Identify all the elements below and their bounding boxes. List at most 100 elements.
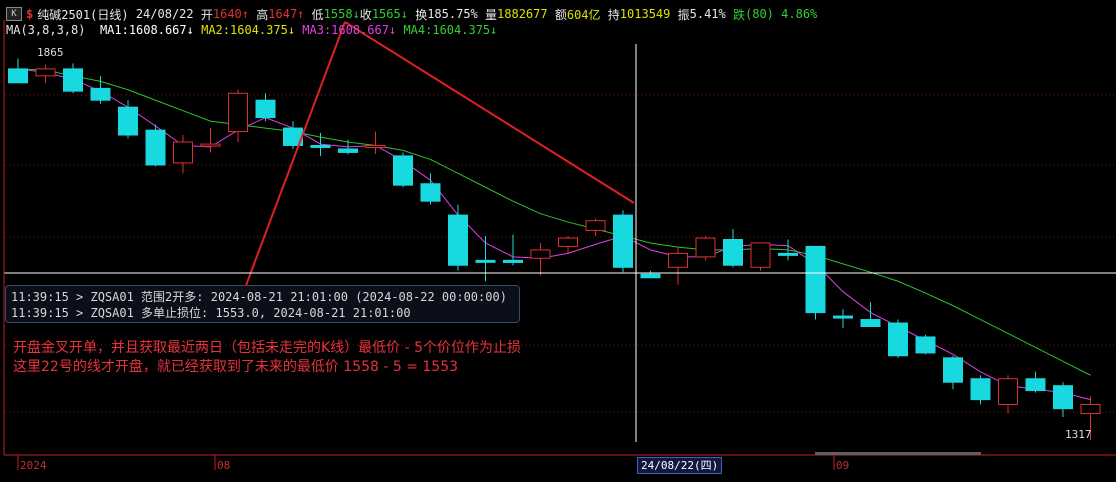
candle xyxy=(503,234,523,266)
candle-body-up xyxy=(695,237,716,258)
candle-body-down xyxy=(145,129,166,166)
candle-body-down xyxy=(860,319,881,328)
candle xyxy=(613,210,633,273)
candle xyxy=(63,63,83,94)
candle-body-down xyxy=(640,273,661,279)
strategy-log-panel: 11:39:15 > ZQSA01 范围2开多: 2024-08-21 21:0… xyxy=(5,285,520,323)
quote-header: K $ 纯碱2501(日线) 24/08/22 开 1640 ↑ 高 1647 ↑ 低1… xyxy=(0,4,817,24)
candle-body-down xyxy=(778,252,798,256)
low-price: 1558 xyxy=(323,7,353,21)
candle-body-down xyxy=(420,183,441,202)
candle-body-up xyxy=(35,68,56,77)
candles xyxy=(8,58,1101,440)
axis-label-aug: 08 xyxy=(217,459,231,472)
dollar-icon: $ xyxy=(26,7,34,21)
turnover: 185.75% xyxy=(427,7,478,21)
candle-body-up xyxy=(365,144,386,148)
candle xyxy=(668,246,688,285)
candle xyxy=(860,302,881,328)
annotation-note: 开盘金叉开单，并且获取最近两日（包括未走完的K线）最低价 - 5个价位作为止损 xyxy=(13,340,522,356)
candle-body-down xyxy=(833,315,853,319)
ma-slow-line xyxy=(17,68,1091,376)
kline-icon[interactable]: K xyxy=(6,7,22,21)
ma1-value: MA1:1608.667 xyxy=(99,23,187,37)
candle-body-up xyxy=(668,252,688,268)
candle xyxy=(365,131,386,154)
candle-body-down xyxy=(888,322,908,357)
quote-date: 24/08/22 xyxy=(135,7,194,21)
candle xyxy=(8,58,28,84)
candle-body-down xyxy=(475,259,496,263)
candle xyxy=(1025,371,1046,393)
min-price-label: 1317 xyxy=(1065,428,1092,441)
high-price: 1647 xyxy=(268,7,298,21)
candle-body-down xyxy=(448,214,468,266)
ma-slow-series xyxy=(17,68,1091,376)
stop-loss-annotation-line-2 xyxy=(344,21,635,204)
candle-body-down xyxy=(90,87,111,101)
candle xyxy=(118,100,138,139)
open-price: 1640 xyxy=(212,7,242,21)
candle xyxy=(640,270,661,279)
candle-body-down xyxy=(8,68,28,84)
candle xyxy=(805,245,826,320)
candle xyxy=(915,334,936,355)
ma4-value: MA4:1604.375 xyxy=(403,23,491,37)
scrollbar-thumb[interactable] xyxy=(815,452,981,455)
candle xyxy=(200,128,221,153)
candle-body-down xyxy=(613,214,633,268)
candle xyxy=(35,64,56,83)
candle-body-up xyxy=(1080,403,1101,415)
candle xyxy=(695,235,716,261)
contract-name: 纯碱2501(日线) xyxy=(37,7,129,22)
log-line: 11:39:15 > ZQSA01 多单止损位: 1553.0, 2024-08… xyxy=(11,306,411,320)
annotation-note: 这里22号的线才开盘，就已经获取到了未来的最低价 1558 - 5 = 1553 xyxy=(13,359,459,375)
candle-body-down xyxy=(970,378,991,401)
candle-body-down xyxy=(393,155,413,186)
change-value: (80) xyxy=(745,7,774,21)
amount: 604亿 xyxy=(566,7,601,22)
candle-body-up xyxy=(558,237,578,247)
ma-params[interactable]: MA(3,8,3,8) xyxy=(6,23,85,37)
candle xyxy=(420,173,441,205)
candle-body-up xyxy=(530,249,551,259)
candle xyxy=(255,93,276,122)
candle-body-down xyxy=(255,99,276,119)
open-interest: 1013549 xyxy=(619,7,671,21)
candle-body-down xyxy=(310,144,331,148)
candle xyxy=(970,375,991,405)
candle-body-up xyxy=(173,141,193,164)
candle xyxy=(723,229,743,268)
max-price-label: 1865 xyxy=(37,46,64,59)
candle-body-up xyxy=(200,143,221,147)
candle-body-down xyxy=(338,148,358,153)
axis-label-sep: 09 xyxy=(836,459,850,472)
candle xyxy=(998,375,1018,414)
candlestick-chart[interactable] xyxy=(0,0,1116,482)
candle-body-down xyxy=(63,68,83,92)
close-price: 1565 xyxy=(371,7,401,21)
change-pct: 4.86% xyxy=(781,7,818,21)
candle-body-down xyxy=(915,336,936,354)
candle-body-up xyxy=(750,242,771,268)
candle xyxy=(393,152,413,188)
candle xyxy=(750,242,771,271)
candle xyxy=(888,319,908,358)
ma-indicator-row: MA(3,8,3,8) MA1:1608.667↓ MA2:1604.375↓ … xyxy=(6,23,498,37)
candle xyxy=(448,204,468,271)
candle-body-up xyxy=(998,378,1018,405)
candle xyxy=(338,139,358,155)
candle-body-down xyxy=(723,238,743,266)
candle-body-down xyxy=(805,245,826,314)
candle-body-up xyxy=(585,220,606,231)
candle-body-down xyxy=(1025,378,1046,392)
ma3-value: MA3:1608.667 xyxy=(302,23,389,37)
candle-body-down xyxy=(503,259,523,263)
volume: 1882677 xyxy=(497,7,548,21)
candle xyxy=(145,124,166,167)
candle xyxy=(833,309,853,328)
candle-body-down xyxy=(943,357,963,383)
amplitude: 5.41% xyxy=(689,7,726,21)
candle xyxy=(943,355,963,390)
axis-label-year: 2024 xyxy=(20,459,47,472)
